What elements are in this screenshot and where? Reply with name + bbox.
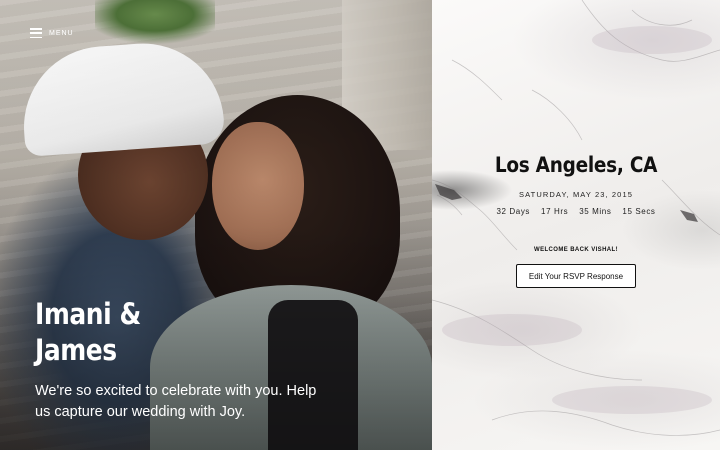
hamburger-icon xyxy=(30,28,42,38)
marble-background xyxy=(432,0,720,450)
countdown-secs: 15 Secs xyxy=(622,207,656,216)
marble-veins xyxy=(432,0,720,436)
welcome-message: WELCOME BACK VISHAL! xyxy=(534,247,618,253)
edit-rsvp-button[interactable]: Edit Your RSVP Response xyxy=(516,264,636,288)
countdown: 32 Days 17 Hrs 35 Mins 15 Secs xyxy=(432,207,720,216)
countdown-days: 32 Days xyxy=(496,207,531,216)
menu-label: MENU xyxy=(49,29,74,37)
hero-tagline: We're so excited to celebrate with you. … xyxy=(35,383,317,420)
event-location: Los Angeles, CA xyxy=(494,153,658,177)
countdown-hours: 17 Hrs xyxy=(541,207,569,216)
names-line-2: James xyxy=(35,333,117,367)
menu-button[interactable]: MENU xyxy=(30,28,74,38)
event-date: SATURDAY, MAY 23, 2015 xyxy=(519,190,633,199)
event-panel: Los Angeles, CA SATURDAY, MAY 23, 2015 3… xyxy=(432,0,720,450)
hero-photo: MENU Imani & James We're so excited to c… xyxy=(0,0,432,450)
names-line-1: Imani & xyxy=(35,297,141,331)
couple-names: Imani & James xyxy=(35,296,207,368)
countdown-mins: 35 Mins xyxy=(579,207,612,216)
